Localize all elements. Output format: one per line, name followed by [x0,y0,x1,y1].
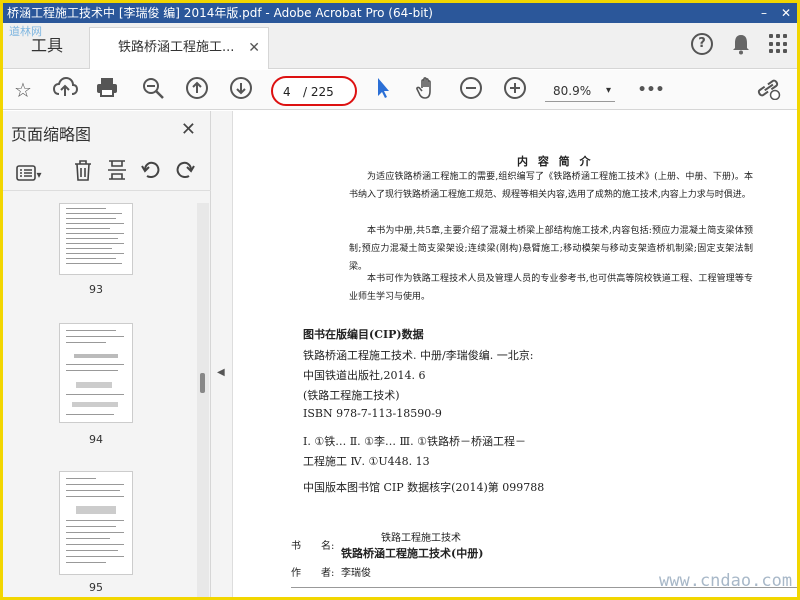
page-number-input[interactable] [283,83,303,101]
chevron-down-icon: ▾ [605,85,611,96]
cip-line: 中国版本图书馆 CIP 数据核字(2014)第 099788 [303,481,545,494]
doc-paragraph: 为适应铁路桥涵工程施工的需要,组织编写了《铁路桥涵工程施工技术》(上册、中册、下… [349,172,753,200]
zoom-level-select[interactable]: 80.9% ▾ [545,80,615,102]
close-window-button[interactable]: ✕ [781,3,791,23]
more-tools-icon[interactable]: ••• [637,76,665,104]
tab-document-label: 铁路桥涵工程施工... [118,40,235,55]
rotate-left-icon[interactable] [139,159,163,190]
collapse-arrow-icon: ◀ [217,367,225,378]
zoom-in-icon[interactable] [501,76,529,104]
cip-line: (铁路工程施工技术) [303,389,400,402]
select-cursor-icon[interactable] [369,76,397,104]
thumbnail-toolbar: ▾ [3,155,211,191]
close-panel-button[interactable]: ✕ [181,119,196,140]
cip-line: 铁路桥涵工程施工技术. 中册/李瑞俊编. 一北京: [303,349,534,362]
previous-page-icon[interactable] [183,76,211,104]
page-thumbnail[interactable] [59,471,133,575]
zoom-out-search-icon[interactable] [139,76,167,104]
acrobat-window: 桥涵工程施工技术中 [李瑞俊 编] 2014年版.pdf - Adobe Acr… [3,3,797,597]
bell-icon[interactable] [731,33,751,55]
chevron-down-icon: ▾ [36,170,42,181]
series-name: 铁路工程施工技术 [381,533,461,544]
tab-close-button[interactable]: ✕ [248,28,260,68]
zoom-out-icon[interactable] [457,76,485,104]
cip-heading: 图书在版编目(CIP)数据 [303,328,424,341]
scrollbar-handle[interactable] [200,373,205,393]
help-icon[interactable]: ? [691,33,713,55]
author-name: 李瑞俊 [341,568,371,579]
panel-collapse-bar[interactable]: ◀ [211,111,233,597]
zoom-level-value: 80.9% [553,84,592,98]
panel-title: 页面缩略图 [11,125,92,144]
tab-document[interactable]: 铁路桥涵工程施工... ✕ [89,27,269,69]
doc-heading: 内 容 简 介 [517,155,594,168]
document-viewport[interactable]: 内 容 简 介 为适应铁路桥涵工程施工的需要,组织编写了《铁路桥涵工程施工技术》… [233,111,797,597]
cip-line: 中国铁道出版社,2014. 6 [303,369,426,382]
cip-line: Ⅰ. ①铁… Ⅱ. ①李… Ⅲ. ①铁路桥－桥涵工程－ [303,435,526,448]
cip-line: 工程施工 Ⅳ. ①U448. 13 [303,455,430,468]
window-title: 桥涵工程施工技术中 [李瑞俊 编] 2014年版.pdf - Adobe Acr… [7,6,433,20]
next-page-icon[interactable] [227,76,255,104]
tab-tools[interactable]: 工具 [7,23,87,69]
upload-cloud-icon[interactable] [51,76,79,104]
author-label: 作 者: [291,568,335,579]
list-options-icon [16,165,37,181]
page-thumbnail[interactable] [59,203,133,275]
thumbnail-panel: 页面缩略图 ✕ ▾ 93 94 95 [3,111,211,597]
book-title: 铁路桥涵工程施工技术(中册) [341,547,484,560]
star-icon[interactable]: ☆ [9,76,37,104]
delete-page-icon[interactable] [71,159,95,190]
apps-grid-icon[interactable] [769,34,789,54]
main-toolbar: ☆ / 225 80.9% [3,70,797,110]
hand-tool-icon[interactable] [413,76,441,104]
doc-paragraph: 本书为中册,共5章,主要介绍了混凝土桥梁上部结构施工技术,内容包括:预应力混凝土… [349,226,753,272]
tab-bar: 道林网 工具 铁路桥涵工程施工... ✕ ? [3,23,797,69]
document-page: 内 容 简 介 为适应铁路桥涵工程施工的需要,组织编写了《铁路桥涵工程施工技术》… [233,111,797,597]
window-titlebar: 桥涵工程施工技术中 [李瑞俊 编] 2014年版.pdf - Adobe Acr… [3,3,797,23]
rotate-right-icon[interactable] [173,159,197,190]
window-controls: – ✕ [761,3,791,23]
print-icon[interactable] [93,76,121,104]
thumbnail-scrollbar[interactable] [197,203,209,597]
watermark-text: www.cndao.com [659,571,793,591]
thumbnail-page-number: 95 [89,581,103,594]
cip-line: ISBN 978-7-113-18590-9 [303,407,442,420]
thumbnail-page-number: 93 [89,283,103,296]
doc-paragraph: 本书可作为铁路工程技术人员及管理人员的专业参考书,也可供高等院校铁道工程、工程管… [349,274,753,302]
page-total: / 225 [303,85,334,99]
extract-page-icon[interactable] [105,159,129,190]
minimize-button[interactable]: – [761,3,767,23]
tab-right-icons: ? [691,33,789,55]
thumbnail-options-button[interactable]: ▾ [11,159,47,190]
share-link-icon[interactable] [755,76,783,104]
page-thumbnail[interactable] [59,323,133,423]
page-navigator: / 225 [271,76,357,106]
thumbnail-list: 93 94 95 [3,203,197,597]
book-title-label: 书 名: [291,541,335,552]
thumbnail-page-number: 94 [89,433,103,446]
